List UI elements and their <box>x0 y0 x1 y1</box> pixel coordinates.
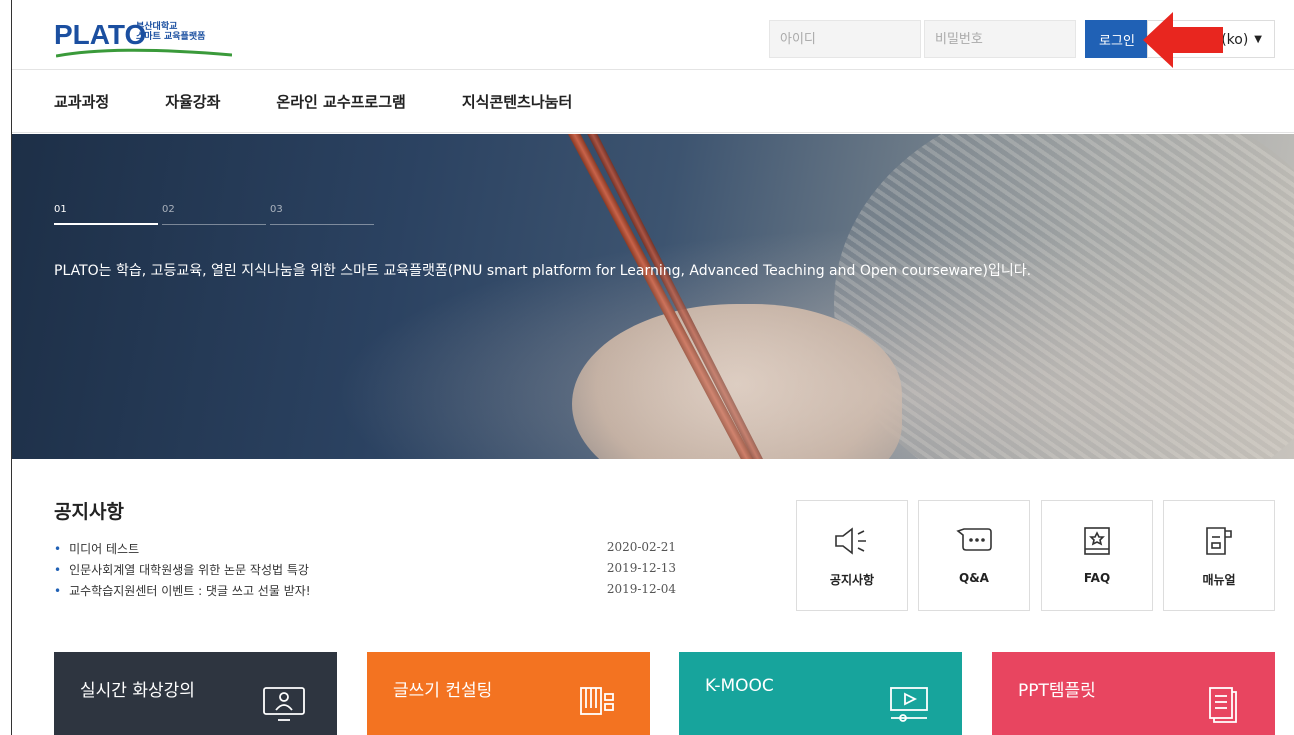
book-star-icon <box>1084 527 1110 555</box>
video-play-icon <box>890 687 928 722</box>
quick-link-label: Q&A <box>959 571 989 585</box>
red-arrow-icon <box>1143 12 1223 68</box>
monitor-user-icon <box>263 687 305 721</box>
notice-item[interactable]: 미디어 테스트 2020-02-21 <box>54 540 676 561</box>
slide-indicator-03[interactable]: 03 <box>270 204 374 225</box>
tile-label: PPT템플릿 <box>1018 681 1096 701</box>
quick-link-label: 매뉴얼 <box>1202 573 1236 587</box>
notice-date: 2019-12-13 <box>606 561 676 575</box>
tile-label: K-MOOC <box>705 676 774 696</box>
quick-link-qna[interactable]: Q&A <box>918 500 1030 611</box>
notice-heading: 공지사항 <box>54 501 124 523</box>
notice-title[interactable]: 인문사회계열 대학원생을 위한 논문 작성법 특강 <box>54 561 309 582</box>
slide-indicators: 01 02 03 <box>54 204 378 225</box>
logo-swoosh-icon <box>56 48 232 58</box>
notice-title[interactable]: 미디어 테스트 <box>54 540 139 561</box>
pencil-doc-icon <box>580 687 614 715</box>
nav-item-knowledge-sharing[interactable]: 지식콘텐츠나눔터 <box>462 91 572 112</box>
site-header: PLATO 부산대학교 스마트 교육플랫폼 로그인 국어 (ko) ▼ <box>12 0 1294 70</box>
tile-ppt-template[interactable]: PPT템플릿 <box>992 652 1275 735</box>
main-nav: 교과과정 자율강좌 온라인 교수프로그램 지식콘텐츠나눔터 <box>12 71 1294 133</box>
id-input[interactable] <box>769 20 921 58</box>
caret-down-icon: ▼ <box>1254 33 1262 45</box>
hero-banner: 01 02 03 PLATO는 학습, 고등교육, 열린 지식나눔을 위한 스마… <box>12 134 1294 459</box>
slide-indicator-02[interactable]: 02 <box>162 204 266 225</box>
document-stack-icon <box>1209 687 1237 723</box>
tile-kmooc[interactable]: K-MOOC <box>679 652 962 735</box>
tile-live-lecture[interactable]: 실시간 화상강의 <box>54 652 337 735</box>
notice-item[interactable]: 교수학습지원센터 이벤트 : 댓글 쓰고 선물 받자! 2019-12-04 <box>54 582 676 603</box>
tile-writing-consulting[interactable]: 글쓰기 컨설팅 <box>367 652 650 735</box>
notice-date: 2019-12-04 <box>606 582 676 596</box>
logo-subtitle-line1: 부산대학교 <box>136 22 178 32</box>
manual-icon <box>1206 527 1232 555</box>
plato-logo[interactable]: PLATO 부산대학교 스마트 교육플랫폼 <box>54 17 244 61</box>
tile-label: 글쓰기 컨설팅 <box>393 681 493 701</box>
notice-list: 미디어 테스트 2020-02-21 인문사회계열 대학원생을 위한 논문 작성… <box>54 540 676 603</box>
quick-link-faq[interactable]: FAQ <box>1041 500 1153 611</box>
login-button[interactable]: 로그인 <box>1085 20 1149 58</box>
quick-link-notices[interactable]: 공지사항 <box>796 500 908 611</box>
notice-title[interactable]: 교수학습지원센터 이벤트 : 댓글 쓰고 선물 받자! <box>54 582 311 603</box>
logo-subtitle-line2: 스마트 교육플랫폼 <box>136 32 206 42</box>
tile-label: 실시간 화상강의 <box>80 681 195 701</box>
nav-item-self-course[interactable]: 자율강좌 <box>165 91 220 112</box>
password-input[interactable] <box>924 20 1076 58</box>
notice-item[interactable]: 인문사회계열 대학원생을 위한 논문 작성법 특강 2019-12-13 <box>54 561 676 582</box>
quick-link-label: FAQ <box>1083 571 1111 585</box>
slide-indicator-01[interactable]: 01 <box>54 204 158 225</box>
notice-date: 2020-02-21 <box>606 540 676 554</box>
nav-item-curriculum[interactable]: 교과과정 <box>54 91 109 112</box>
megaphone-icon <box>835 527 866 555</box>
logo-subtitle: 부산대학교 스마트 교육플랫폼 <box>136 22 205 42</box>
nav-item-online-program[interactable]: 온라인 교수프로그램 <box>276 91 405 112</box>
login-form: 로그인 <box>769 20 1149 58</box>
hero-lighting <box>12 134 1294 459</box>
hero-caption: PLATO는 학습, 고등교육, 열린 지식나눔을 위한 스마트 교육플랫폼(P… <box>54 263 1032 279</box>
chat-bubble-icon <box>956 528 992 551</box>
quick-link-manual[interactable]: 매뉴얼 <box>1163 500 1275 611</box>
page-frame: PLATO 부산대학교 스마트 교육플랫폼 로그인 국어 (ko) ▼ 교과과정… <box>11 0 1294 735</box>
quick-link-label: 공지사항 <box>829 573 875 587</box>
